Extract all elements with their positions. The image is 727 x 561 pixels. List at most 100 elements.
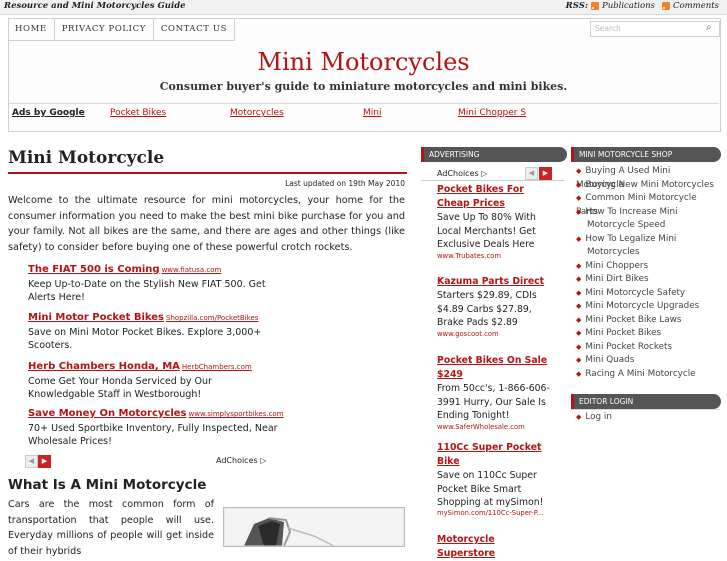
diamond-bullet-icon: ◆ (576, 167, 582, 175)
editor-login-item[interactable]: ◆ Log in (576, 411, 721, 425)
shop-link-text[interactable]: How To Legalize Mini (585, 234, 676, 244)
ad-next-button[interactable]: ▶ (539, 167, 552, 180)
adchoices-label[interactable]: AdChoices (437, 169, 479, 178)
shop-list-item[interactable]: ◆ Racing A Mini Motorcycle (576, 368, 721, 382)
site-tagline: Resource and Mini Motorcycles Guide (4, 1, 186, 11)
shop-link-text[interactable]: Mini Pocket Rockets (585, 342, 672, 352)
shop-list-item[interactable]: ◆ Mini Pocket Rockets (576, 341, 721, 355)
motorcycle-image (223, 507, 405, 547)
shop-list-item[interactable]: ◆ Mini Choppers (576, 260, 721, 274)
side-ad-title[interactable]: Pocket Bikes On Sale $249 (437, 354, 555, 382)
divider (421, 180, 564, 181)
ad-title[interactable]: Mini Motor Pocket Bikes Shopzilla.com/Poc… (28, 312, 258, 323)
shop-heading: MINI MOTORCYCLE SHOP (571, 147, 721, 162)
search-input[interactable]: Search ⌕ (590, 21, 720, 37)
main-nav: HOME PRIVACY POLICY CONTACT US (8, 18, 236, 41)
page-title: Mini Motorcycle (8, 148, 165, 168)
ad-url[interactable]: Shopzilla.com/PocketBikes (166, 314, 258, 322)
shop-link-text[interactable]: Mini Dirt Bikes (585, 274, 648, 284)
ad-title-text[interactable]: Herb Chambers Honda, MA (28, 361, 180, 372)
shop-list-item[interactable]: ◆ Mini Quads (576, 354, 721, 368)
diamond-bullet-icon: ◆ (576, 207, 582, 216)
ad-link-motorcycles[interactable]: Motorcycles (230, 108, 284, 118)
rss-icon (590, 2, 599, 10)
side-ad-url[interactable]: www.SaferWholesale.com (437, 423, 562, 431)
nav-contact-us[interactable]: CONTACT US (154, 18, 236, 40)
section-heading: What Is A Mini Motorcycle (8, 477, 207, 493)
ad-link-pocket-bikes[interactable]: Pocket Bikes (110, 108, 166, 118)
side-ad-title[interactable]: Kazuma Parts Direct (437, 275, 555, 289)
shop-link-text[interactable]: Mini Choppers (585, 261, 648, 271)
shop-list-item[interactable]: ◆ Mini Motorcycle Upgrades (576, 300, 721, 314)
intro-paragraph: Welcome to the ultimate resource for min… (8, 195, 405, 253)
side-ad-text: Save on 110Cc Super Pocket Bike Smart Sh… (437, 470, 544, 508)
shop-link-text[interactable]: Motorcycles (587, 247, 640, 257)
rss-comments-link[interactable]: Comments (673, 1, 719, 11)
ad-title-text[interactable]: The FIAT 500 is Coming (28, 264, 160, 275)
motorcycle-illustration (224, 508, 404, 546)
adchoices-link[interactable]: AdChoices ▷ (216, 456, 266, 465)
shop-list-item[interactable]: ◆ How To Increase Mini Motorcycle Speed (576, 206, 721, 233)
ad-url[interactable]: www.fiatusa.com (162, 266, 222, 274)
shop-link-text[interactable]: Mini Motorcycle Upgrades (585, 301, 699, 311)
side-ad-url[interactable]: www.goscoot.com (437, 330, 562, 338)
side-ad-url[interactable]: www.Trubates.com (437, 252, 562, 260)
shop-link-text[interactable]: Buying New Mini Motorcycles (585, 180, 714, 190)
shop-list-item[interactable]: ◆ Mini Dirt Bikes (576, 273, 721, 287)
side-ad-text: Starters $29.89, CDIs $4.89 Carbs $27.89… (437, 290, 537, 328)
shop-link-text[interactable]: Racing A Mini Motorcycle (585, 369, 695, 379)
shop-link-text[interactable]: Mini Motorcycle Safety (585, 288, 685, 298)
ad-link-mini-chopper[interactable]: Mini Chopper S (458, 108, 526, 118)
site-title[interactable]: Mini Motorcycles (0, 48, 727, 76)
ad-title[interactable]: The FIAT 500 is Coming www.fiatusa.com (28, 264, 221, 275)
side-ad-title[interactable]: Pocket Bikes For Cheap Prices (437, 183, 555, 211)
search-icon[interactable]: ⌕ (706, 22, 712, 33)
shop-link-text[interactable]: Mini Pocket Bike Laws (585, 315, 681, 325)
section-paragraph: Cars are the most common form of transpo… (8, 499, 214, 557)
diamond-bullet-icon: ◆ (576, 413, 582, 421)
ad-text: Save on Mini Motor Pocket Bikes. Explore… (28, 327, 262, 351)
ad-title-text[interactable]: Save Money On Motorcycles (28, 408, 187, 419)
shop-list-item[interactable]: ◆ Mini Motorcycle Safety (576, 287, 721, 301)
ad-link-mini[interactable]: Mini (363, 108, 381, 118)
shop-list-item[interactable]: ◆ Buying New Mini Motorcycles (576, 179, 721, 193)
adchoices-icon: ▷ (481, 169, 488, 178)
last-updated: Last updated on 19th May 2010 (285, 179, 405, 188)
ad-text: 70+ Used Sportbike Inventory, Fully Insp… (28, 423, 278, 447)
ad-url[interactable]: HerbChambers.com (182, 363, 252, 371)
diamond-bullet-icon: ◆ (576, 194, 582, 202)
rss-publications-link[interactable]: Publications (602, 1, 655, 11)
nav-privacy-policy[interactable]: PRIVACY POLICY (55, 18, 154, 40)
ad-text: Come Get Your Honda Serviced by Our Know… (28, 376, 212, 400)
ad-next-button[interactable]: ▶ (38, 455, 51, 468)
shop-link-text[interactable]: Mini Quads (585, 355, 634, 365)
side-ad-title[interactable]: 110Cc Super Pocket Bike (437, 441, 555, 469)
adchoices-label[interactable]: AdChoices (216, 456, 258, 465)
diamond-bullet-icon: ◆ (576, 261, 582, 270)
shop-list-item[interactable]: ◆ Mini Pocket Bikes (576, 327, 721, 341)
ad-title[interactable]: Herb Chambers Honda, MA HerbChambers.com (28, 361, 252, 372)
diamond-bullet-icon: ◆ (576, 288, 582, 297)
site-subtitle: Consumer buyer's guide to miniature moto… (159, 80, 568, 93)
shop-list-item[interactable]: ◆ Mini Pocket Bike Laws (576, 314, 721, 328)
shop-list-item[interactable]: ◆ How To Legalize Mini Motorcycles (576, 233, 721, 260)
login-link[interactable]: Log in (585, 412, 612, 422)
ad-prev-button[interactable]: ◀ (525, 167, 538, 180)
shop-link-text[interactable]: Mini Pocket Bikes (585, 328, 661, 338)
nav-home[interactable]: HOME (8, 18, 55, 40)
adchoices-icon: ▷ (260, 456, 267, 465)
adchoices-link[interactable]: AdChoices ▷ (437, 169, 487, 178)
shop-link-text[interactable]: Motorcycle Speed (587, 220, 665, 230)
ad-title-text[interactable]: Mini Motor Pocket Bikes (28, 312, 164, 323)
editor-login-heading: EDITOR LOGIN (571, 394, 721, 409)
side-ad-title[interactable]: Motorcycle Superstore (437, 533, 555, 561)
side-ad-text: From 50cc's, 1-866-606-3991 Hurry, Our S… (437, 383, 550, 421)
side-ad-url[interactable]: mySimon.com/110Cc-Super-P... (437, 509, 562, 517)
ad-title[interactable]: Save Money On Motorcycles www.simplysport… (28, 408, 284, 419)
ad-url[interactable]: www.simplysportbikes.com (189, 410, 284, 418)
rss-icon (661, 2, 670, 10)
ad-text: Keep Up-to-Date on the Stylish New FIAT … (28, 279, 266, 303)
shop-link-text[interactable]: How To Increase Mini (585, 207, 677, 217)
ads-by-google[interactable]: Ads by Google (12, 108, 85, 118)
ad-prev-button[interactable]: ◀ (25, 455, 38, 468)
